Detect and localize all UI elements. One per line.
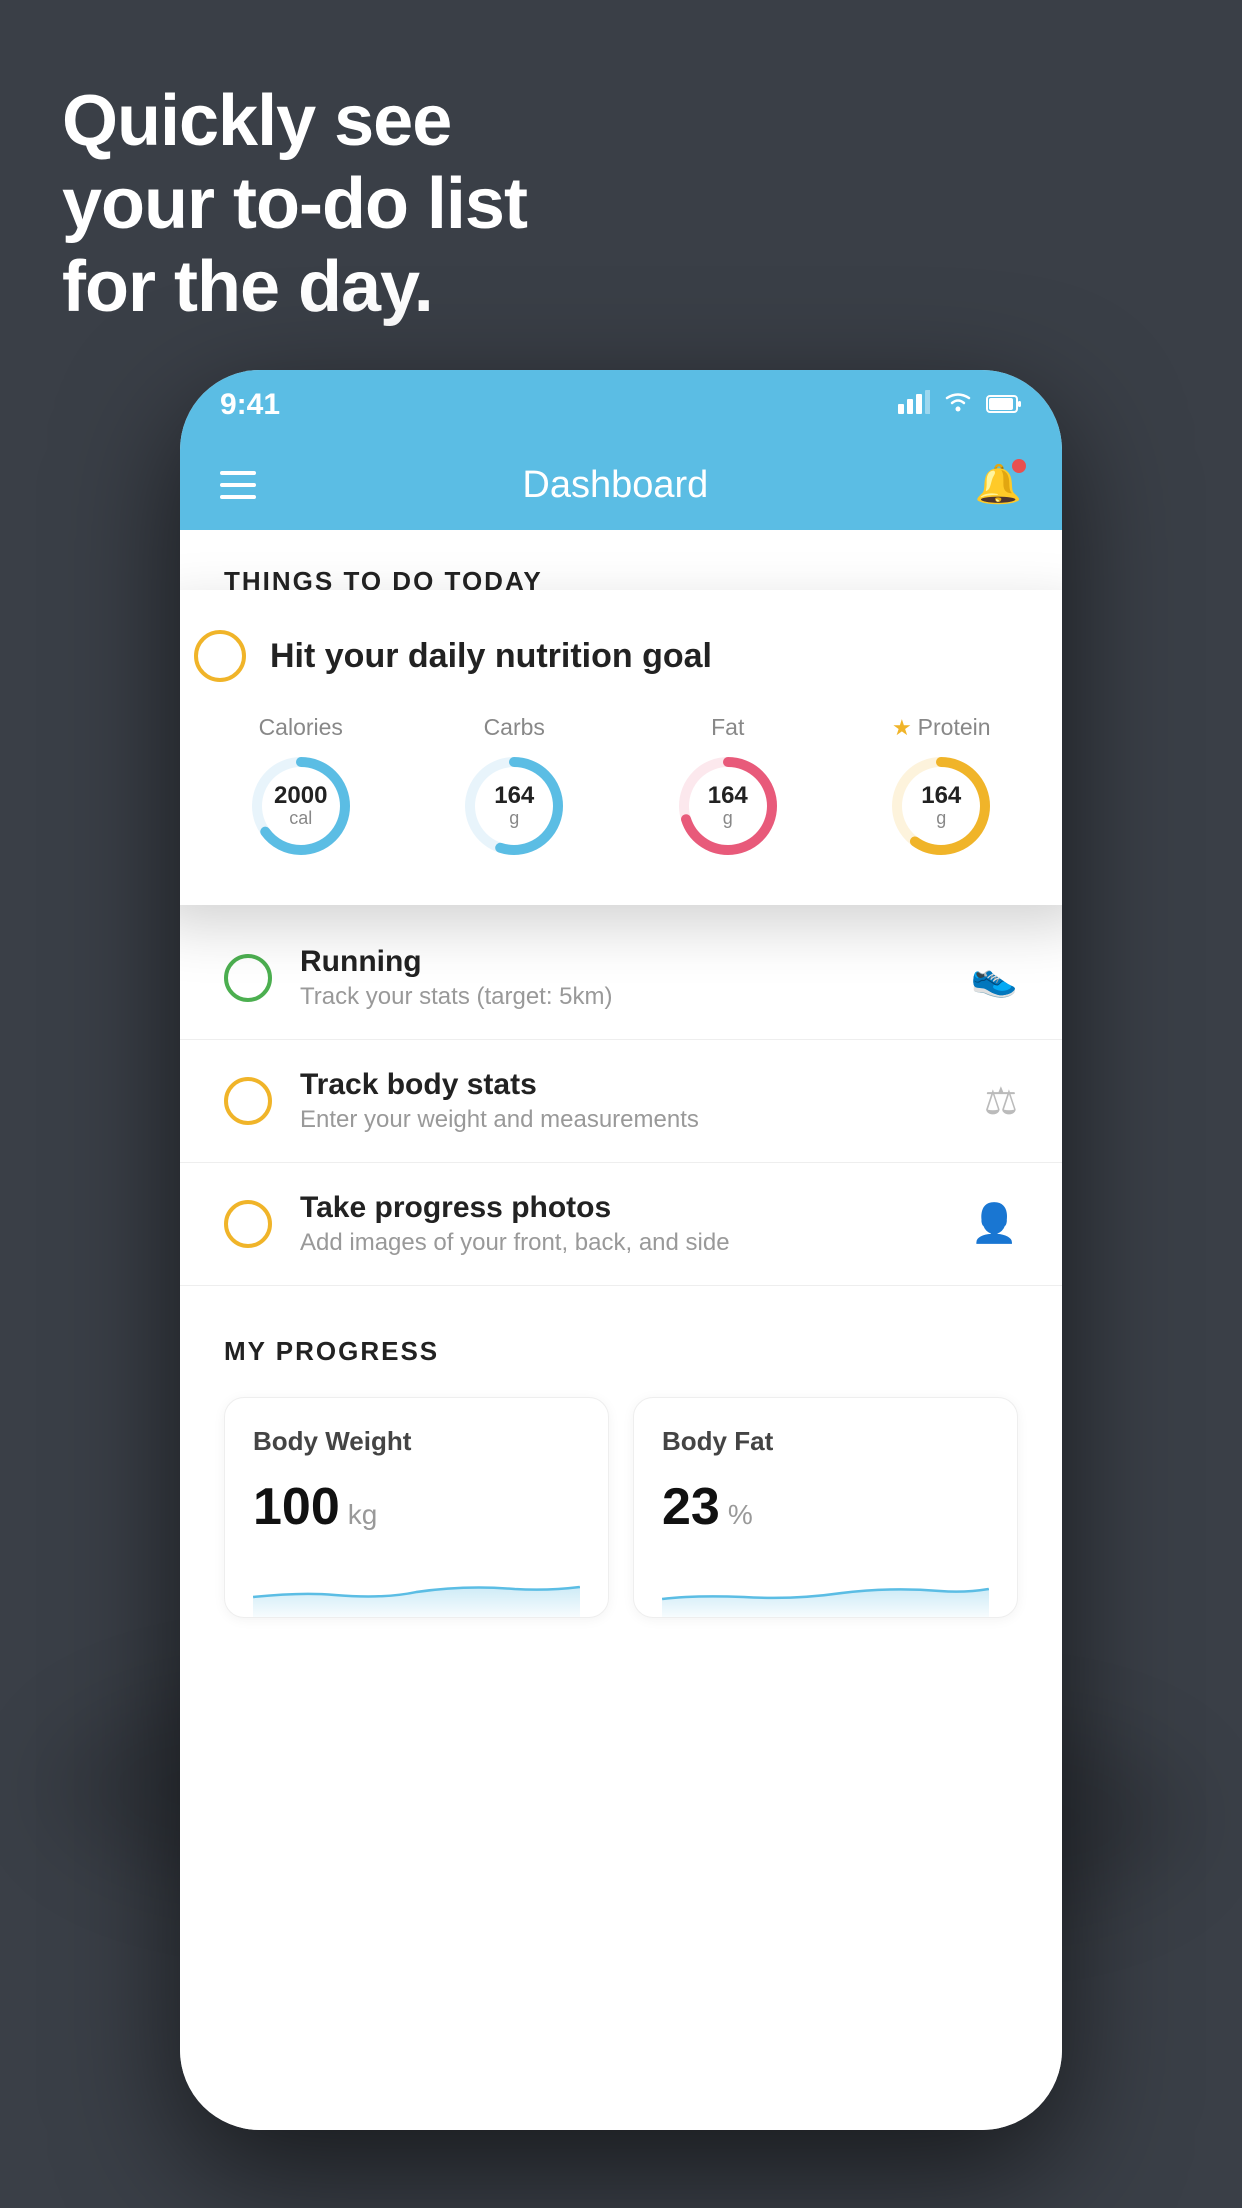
protein-label: ★ Protein — [892, 714, 991, 741]
protein-star-icon: ★ — [892, 715, 912, 741]
content-area: THINGS TO DO TODAY Hit your daily nutrit… — [180, 530, 1062, 2130]
protein-ring: 164 g — [886, 751, 996, 861]
photos-title: Take progress photos — [300, 1191, 943, 1225]
nutrition-carbs: Carbs 164 g — [459, 714, 569, 861]
fat-label: Fat — [711, 714, 744, 741]
signal-icon — [898, 390, 930, 421]
photos-checkbox[interactable] — [224, 1200, 272, 1248]
nutrition-row: Calories 2000 cal Carbs — [194, 714, 1048, 861]
calories-ring: 2000 cal — [246, 751, 356, 861]
progress-header: MY PROGRESS — [224, 1336, 1018, 1367]
carbs-value: 164 — [494, 783, 534, 809]
protein-value: 164 — [921, 783, 961, 809]
body-weight-unit: kg — [348, 1499, 378, 1531]
body-stats-checkbox[interactable] — [224, 1077, 272, 1125]
body-fat-card[interactable]: Body Fat 23 % — [633, 1397, 1018, 1618]
wifi-icon — [942, 390, 974, 421]
todo-list: Running Track your stats (target: 5km) 👟… — [180, 917, 1062, 1286]
body-weight-value-row: 100 kg — [253, 1477, 580, 1537]
status-time: 9:41 — [220, 388, 280, 422]
notification-dot — [1012, 459, 1026, 473]
nav-bar: Dashboard 🔔 — [180, 440, 1062, 530]
body-weight-chart — [253, 1557, 580, 1617]
todo-item-photos[interactable]: Take progress photos Add images of your … — [180, 1163, 1062, 1286]
fat-value: 164 — [708, 783, 748, 809]
body-weight-title: Body Weight — [253, 1426, 580, 1457]
phone-mockup: 9:41 — [180, 370, 1062, 2130]
photos-text: Take progress photos Add images of your … — [300, 1191, 943, 1257]
status-icons — [898, 390, 1022, 421]
nav-title: Dashboard — [522, 464, 708, 507]
carbs-ring: 164 g — [459, 751, 569, 861]
protein-unit: g — [921, 809, 961, 829]
calories-unit: cal — [274, 809, 327, 829]
running-title: Running — [300, 945, 943, 979]
nutrition-fat: Fat 164 g — [673, 714, 783, 861]
progress-cards: Body Weight 100 kg — [224, 1397, 1018, 1618]
body-fat-number: 23 — [662, 1477, 720, 1537]
battery-icon — [986, 390, 1022, 421]
body-fat-chart — [662, 1557, 989, 1617]
photos-icon: 👤 — [971, 1202, 1018, 1246]
nutrition-checkbox[interactable] — [194, 630, 246, 682]
fat-ring: 164 g — [673, 751, 783, 861]
body-weight-card[interactable]: Body Weight 100 kg — [224, 1397, 609, 1618]
headline: Quickly see your to-do list for the day. — [62, 80, 527, 328]
calories-value: 2000 — [274, 783, 327, 809]
status-bar: 9:41 — [180, 370, 1062, 440]
todo-item-running[interactable]: Running Track your stats (target: 5km) 👟 — [180, 917, 1062, 1040]
body-fat-title: Body Fat — [662, 1426, 989, 1457]
body-fat-unit: % — [728, 1499, 753, 1531]
notification-bell[interactable]: 🔔 — [975, 463, 1022, 507]
progress-section: MY PROGRESS Body Weight 100 kg — [180, 1286, 1062, 1648]
body-stats-icon: ⚖ — [984, 1079, 1018, 1124]
running-subtitle: Track your stats (target: 5km) — [300, 983, 943, 1011]
todo-item-body-stats[interactable]: Track body stats Enter your weight and m… — [180, 1040, 1062, 1163]
body-weight-number: 100 — [253, 1477, 340, 1537]
nutrition-protein: ★ Protein 164 g — [886, 714, 996, 861]
nutrition-card-title: Hit your daily nutrition goal — [270, 637, 712, 676]
calories-label: Calories — [259, 714, 343, 741]
running-icon: 👟 — [971, 956, 1018, 1000]
body-stats-title: Track body stats — [300, 1068, 956, 1102]
body-stats-text: Track body stats Enter your weight and m… — [300, 1068, 956, 1134]
carbs-label: Carbs — [484, 714, 545, 741]
nutrition-calories: Calories 2000 cal — [246, 714, 356, 861]
carbs-unit: g — [494, 809, 534, 829]
body-fat-value-row: 23 % — [662, 1477, 989, 1537]
hamburger-menu[interactable] — [220, 471, 256, 499]
running-checkbox[interactable] — [224, 954, 272, 1002]
running-text: Running Track your stats (target: 5km) — [300, 945, 943, 1011]
nutrition-card: Hit your daily nutrition goal Calories 2… — [180, 590, 1062, 905]
photos-subtitle: Add images of your front, back, and side — [300, 1229, 943, 1257]
fat-unit: g — [708, 809, 748, 829]
body-stats-subtitle: Enter your weight and measurements — [300, 1106, 956, 1134]
